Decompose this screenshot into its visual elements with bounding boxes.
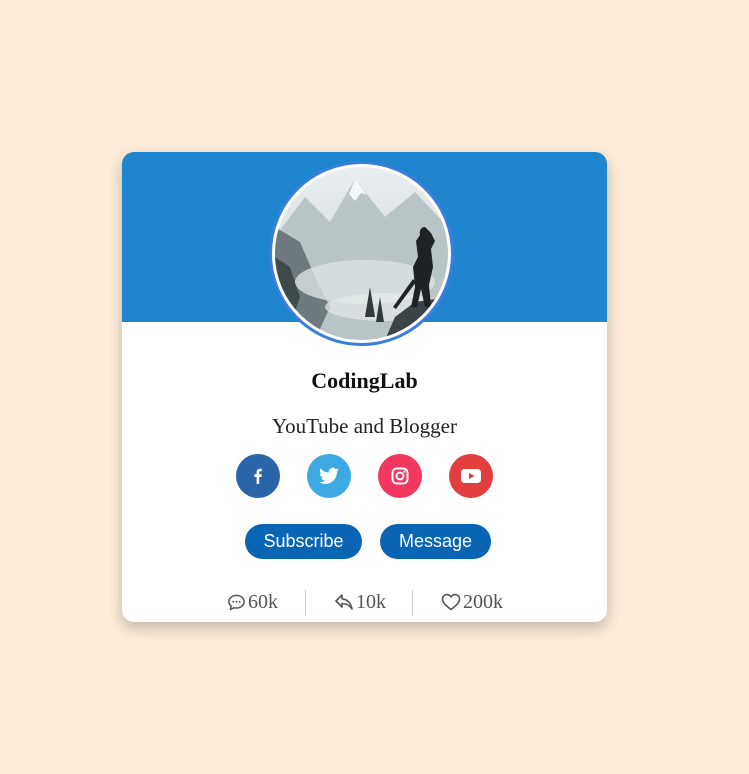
stat-divider (412, 590, 413, 616)
youtube-button[interactable] (449, 454, 493, 498)
subscribe-button[interactable]: Subscribe (245, 524, 362, 559)
profile-card: CodingLab YouTube and Blogger Subscribe … (122, 152, 607, 622)
stat-divider (305, 590, 306, 616)
comments-stat: 60k (227, 590, 278, 614)
likes-stat: 200k (441, 590, 503, 614)
instagram-icon (391, 467, 409, 485)
shares-count: 10k (356, 590, 386, 613)
twitter-icon (319, 467, 339, 484)
avatar (269, 161, 454, 346)
facebook-button[interactable] (236, 454, 280, 498)
shares-stat: 10k (334, 590, 386, 614)
likes-count: 200k (463, 590, 503, 613)
instagram-button[interactable] (378, 454, 422, 498)
profile-job: YouTube and Blogger (272, 414, 457, 438)
share-icon (335, 594, 353, 610)
comments-count: 60k (248, 590, 278, 613)
profile-name: CodingLab (311, 368, 418, 393)
facebook-icon (254, 468, 262, 484)
youtube-icon (461, 469, 481, 483)
twitter-button[interactable] (307, 454, 351, 498)
message-button[interactable]: Message (380, 524, 491, 559)
comment-icon (228, 594, 245, 610)
heart-icon (441, 593, 461, 611)
avatar-image (275, 167, 448, 340)
